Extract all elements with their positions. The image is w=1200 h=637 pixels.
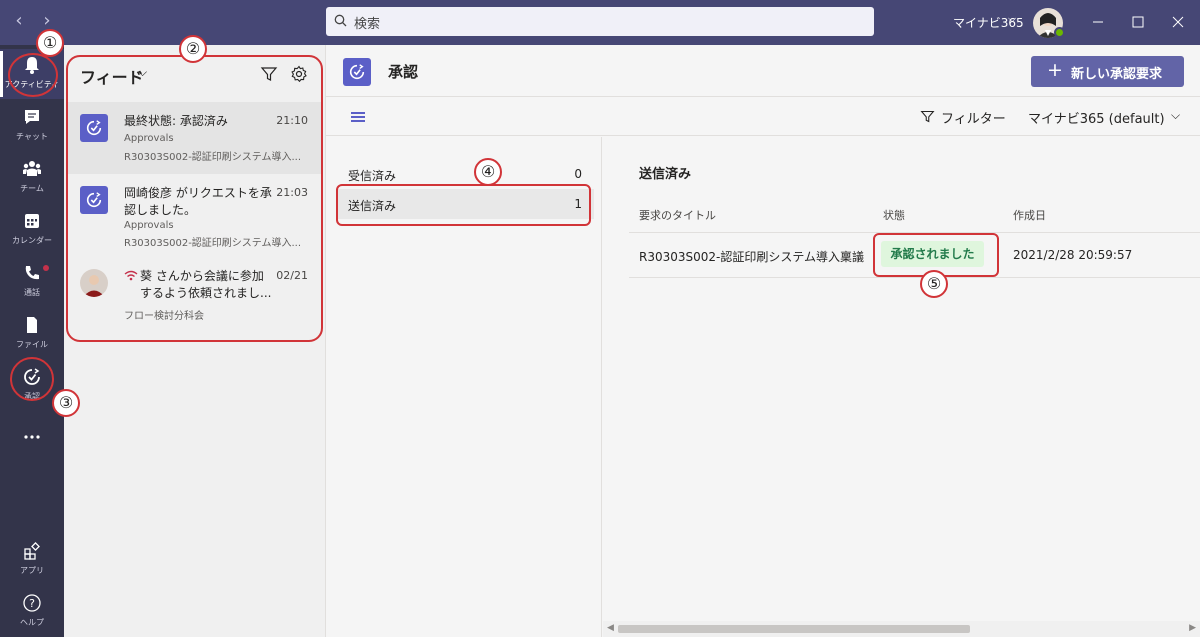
column-header-title[interactable]: 要求のタイトル bbox=[639, 207, 716, 223]
more-apps-button[interactable] bbox=[0, 417, 64, 447]
file-icon bbox=[27, 317, 37, 333]
filter-icon bbox=[920, 110, 935, 123]
more-icon bbox=[24, 435, 40, 439]
rail-item-apps[interactable]: アプリ bbox=[0, 535, 64, 585]
toolbar: フィルター マイナビ365 (default) ⌵ bbox=[326, 98, 1200, 136]
horizontal-scrollbar[interactable]: ◀ ▶ bbox=[603, 621, 1200, 637]
plus-icon: + bbox=[1047, 59, 1063, 81]
rail-label: ファイル bbox=[16, 340, 48, 349]
list-item-count: 0 bbox=[574, 167, 582, 181]
search-icon bbox=[334, 14, 347, 27]
chevron-down-icon[interactable]: ⌵ bbox=[1008, 12, 1016, 26]
column-header-created[interactable]: 作成日 bbox=[1013, 207, 1046, 223]
hamburger-menu-icon[interactable] bbox=[351, 112, 365, 122]
rail-label: チーム bbox=[20, 184, 44, 193]
section-title: 送信済み bbox=[639, 167, 692, 182]
app-rail: アクティビティ チャット チーム カレンダー 通話 ファイル 承認 アプリ ? … bbox=[0, 45, 64, 637]
apps-icon bbox=[24, 542, 40, 560]
environment-select[interactable]: マイナビ365 (default) bbox=[1028, 108, 1165, 127]
rail-label: アプリ bbox=[20, 566, 44, 575]
annotation-number: ③ bbox=[52, 389, 80, 417]
annotation-number: ⑤ bbox=[920, 270, 948, 298]
rail-label: 通話 bbox=[24, 288, 40, 297]
annotation-number: ④ bbox=[474, 158, 502, 186]
rail-label: ヘルプ bbox=[20, 618, 44, 627]
search-input[interactable]: 検索 bbox=[326, 7, 874, 36]
rail-label: カレンダー bbox=[12, 236, 52, 245]
request-detail-pane: 送信済み 要求のタイトル 状態 作成日 R30303S002-認証印刷システム導… bbox=[603, 137, 1200, 637]
chat-icon bbox=[25, 110, 39, 124]
rail-item-help[interactable]: ? ヘルプ bbox=[0, 587, 64, 637]
svg-text:?: ? bbox=[29, 597, 35, 610]
search-placeholder: 検索 bbox=[354, 17, 381, 32]
annotation-highlight-activity bbox=[8, 53, 58, 97]
close-icon[interactable] bbox=[1168, 12, 1188, 32]
annotation-highlight-approvals bbox=[10, 357, 54, 401]
rail-item-calls[interactable]: 通話 bbox=[0, 257, 64, 307]
annotation-highlight-feed bbox=[66, 55, 323, 342]
filter-label: フィルター bbox=[941, 112, 1006, 127]
notification-dot bbox=[43, 265, 49, 271]
app-header: 承認 + 新しい承認要求 bbox=[326, 45, 1200, 97]
column-header-status[interactable]: 状態 bbox=[883, 207, 905, 223]
scrollbar-thumb[interactable] bbox=[618, 625, 970, 633]
scroll-right-icon[interactable]: ▶ bbox=[1189, 623, 1196, 633]
annotation-number: ② bbox=[179, 35, 207, 63]
rail-label: チャット bbox=[16, 132, 48, 141]
rail-item-teams[interactable]: チーム bbox=[0, 153, 64, 203]
presence-available-icon bbox=[1054, 27, 1065, 38]
annotation-number: ① bbox=[36, 29, 64, 57]
new-approval-request-button[interactable]: + 新しい承認要求 bbox=[1031, 56, 1184, 87]
divider bbox=[629, 277, 1200, 278]
help-icon: ? bbox=[23, 594, 41, 612]
approvals-app-icon bbox=[343, 58, 371, 86]
calendar-icon bbox=[25, 214, 39, 228]
list-item-label: 受信済み bbox=[348, 169, 397, 183]
teams-icon bbox=[23, 161, 41, 176]
title-bar: ‹ › 検索 マイナビ365 ⌵ bbox=[0, 0, 1200, 45]
rail-item-files[interactable]: ファイル bbox=[0, 309, 64, 359]
minimize-icon[interactable] bbox=[1088, 12, 1108, 32]
chevron-down-icon[interactable]: ⌵ bbox=[1171, 108, 1180, 123]
scroll-left-icon[interactable]: ◀ bbox=[607, 623, 614, 633]
annotation-highlight-sent bbox=[336, 184, 591, 226]
rail-item-calendar[interactable]: カレンダー bbox=[0, 205, 64, 255]
back-arrow-icon[interactable]: ‹ bbox=[8, 10, 30, 32]
phone-icon bbox=[25, 266, 39, 280]
rail-item-chat[interactable]: チャット bbox=[0, 101, 64, 151]
request-created-date: 2021/2/28 20:59:57 bbox=[1013, 248, 1133, 262]
new-approval-request-label: 新しい承認要求 bbox=[1071, 67, 1163, 82]
request-title: R30303S002-認証印刷システム導入稟議 bbox=[639, 250, 865, 264]
page-title: 承認 bbox=[388, 63, 419, 81]
maximize-icon[interactable] bbox=[1128, 12, 1148, 32]
